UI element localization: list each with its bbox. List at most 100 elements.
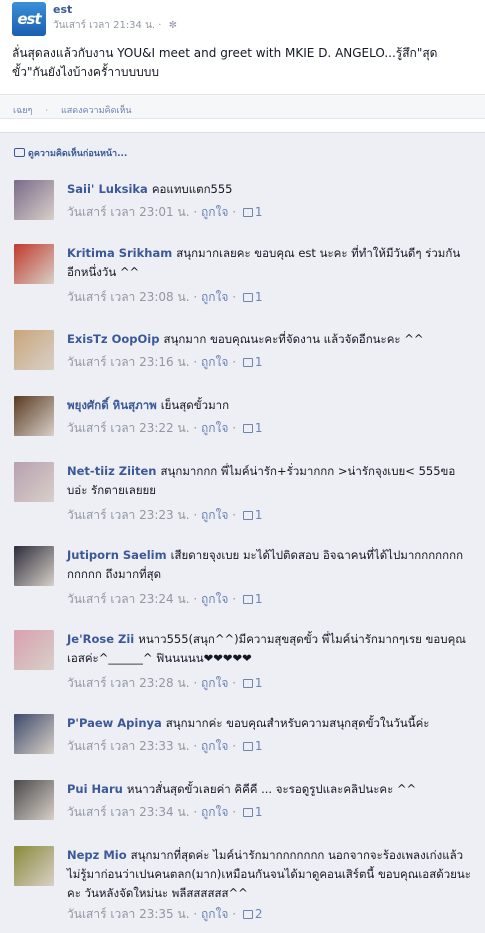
view-previous-comments-link[interactable]: ดูความคิดเห็นก่อนหน้า...: [14, 146, 127, 160]
comment-like-link[interactable]: ถูกใจ: [201, 205, 228, 219]
comment-timestamp[interactable]: วันเสาร์ เวลา 23:24 น.: [67, 592, 190, 606]
thumbs-up-icon[interactable]: [242, 595, 253, 604]
separator-dot: ·: [232, 421, 237, 435]
page-name-link[interactable]: est: [53, 3, 72, 16]
separator-dot: ·: [232, 907, 237, 921]
separator-dot: ·: [232, 355, 237, 369]
thumbs-up-icon[interactable]: [242, 808, 253, 817]
like-count[interactable]: 1: [255, 739, 263, 753]
post-header: est est วันเสาร์ เวลา 21:34 น. · ✼: [0, 0, 485, 40]
avatar[interactable]: [14, 244, 54, 284]
avatar[interactable]: [14, 846, 54, 886]
avatar[interactable]: [14, 546, 54, 586]
thumbs-up-icon[interactable]: [242, 293, 253, 302]
thumbs-up-icon[interactable]: [242, 424, 253, 433]
like-count[interactable]: 1: [255, 355, 263, 369]
like-count[interactable]: 2: [255, 907, 263, 921]
separator-dot: ·: [193, 421, 198, 435]
separator-dot: ·: [232, 739, 237, 753]
comment-like-link[interactable]: ถูกใจ: [201, 676, 228, 690]
avatar[interactable]: [14, 330, 54, 370]
separator-dot: ·: [232, 290, 237, 304]
comment-author-link[interactable]: P'Paew Apinya: [67, 716, 162, 730]
like-count[interactable]: 1: [255, 592, 263, 606]
comment-author-link[interactable]: Pui Haru: [67, 782, 123, 796]
separator-dot: ·: [45, 106, 49, 116]
separator-dot: ·: [193, 290, 198, 304]
post-timestamp[interactable]: วันเสาร์ เวลา 21:34 น. · ✼: [53, 18, 177, 33]
like-link[interactable]: เฉยๆ: [13, 106, 32, 116]
like-count[interactable]: 1: [255, 290, 263, 304]
comment-text: เย็นสุดขั้วมาก: [160, 398, 230, 412]
comment-meta: วันเสาร์ เวลา 23:22 น. · ถูกใจ · 1: [67, 419, 263, 438]
separator-dot: ·: [193, 592, 198, 606]
thumbs-up-icon[interactable]: [242, 358, 253, 367]
comment-timestamp[interactable]: วันเสาร์ เวลา 23:33 น.: [67, 739, 190, 753]
comment-timestamp[interactable]: วันเสาร์ เวลา 23:01 น.: [67, 205, 190, 219]
separator-dot: ·: [193, 205, 198, 219]
comment-body: P'Paew Apinya สนุกมากค่ะ ขอบคุณสำหรับความ…: [67, 714, 472, 733]
comment-like-link[interactable]: ถูกใจ: [201, 592, 228, 606]
comment-like-link[interactable]: ถูกใจ: [201, 290, 228, 304]
comment-like-link[interactable]: ถูกใจ: [201, 907, 228, 921]
comment-timestamp[interactable]: วันเสาร์ เวลา 23:28 น.: [67, 676, 190, 690]
comment-timestamp[interactable]: วันเสาร์ เวลา 23:22 น.: [67, 421, 190, 435]
comment-meta: วันเสาร์ เวลา 23:28 น. · ถูกใจ · 1: [67, 674, 263, 693]
comment-author-link[interactable]: Saii' Luksika: [67, 182, 148, 196]
post-text: ลั่นสุดลงแล้วกับงาน YOU&I meet and greet…: [12, 46, 438, 79]
avatar[interactable]: [14, 462, 54, 502]
like-count[interactable]: 1: [255, 676, 263, 690]
comment-like-link[interactable]: ถูกใจ: [201, 355, 228, 369]
comment-timestamp[interactable]: วันเสาร์ เวลา 23:23 น.: [67, 508, 190, 522]
page-logo[interactable]: est: [12, 2, 46, 36]
comment-like-link[interactable]: ถูกใจ: [201, 805, 228, 819]
separator-dot: ·: [232, 592, 237, 606]
comment-author-link[interactable]: Net-tiiz Ziiten: [67, 464, 156, 478]
comment-like-link[interactable]: ถูกใจ: [201, 739, 228, 753]
thumbs-up-icon[interactable]: [242, 910, 253, 919]
comment-author-link[interactable]: ExisTz OopOip: [67, 332, 159, 346]
view-previous-label[interactable]: ดูความคิดเห็นก่อนหน้า...: [28, 149, 127, 159]
comment-timestamp[interactable]: วันเสาร์ เวลา 23:35 น.: [67, 907, 190, 921]
avatar[interactable]: [14, 630, 54, 670]
comment-meta: วันเสาร์ เวลา 23:34 น. · ถูกใจ · 1: [67, 803, 263, 822]
thumbs-up-icon[interactable]: [242, 679, 253, 688]
separator-dot: ·: [158, 20, 162, 31]
avatar[interactable]: [14, 714, 54, 754]
comment-text: สนุกมาก ขอบคุณนะคะที่จัดงาน แล้วจัดอีกนะ…: [163, 332, 424, 346]
like-count[interactable]: 1: [255, 805, 263, 819]
thumbs-up-icon[interactable]: [242, 742, 253, 751]
post-time-text[interactable]: วันเสาร์ เวลา 21:34 น.: [53, 20, 155, 31]
comment-author-link[interactable]: Nepz Mio: [67, 848, 127, 862]
like-count[interactable]: 1: [255, 205, 263, 219]
comment-text: หนาวสั่นสุดขั้วเลยค่า คิคีคี ... จะรอดูร…: [126, 782, 417, 796]
comment-body: Kritima Srikham สนุกมากเลยคะ ขอบคุณ est น…: [67, 244, 472, 282]
comment-like-link[interactable]: ถูกใจ: [201, 508, 228, 522]
comment-author-link[interactable]: Je'Rose Zii: [67, 632, 134, 646]
comment-timestamp[interactable]: วันเสาร์ เวลา 23:08 น.: [67, 290, 190, 304]
comment-author-link[interactable]: Jutiporn Saelim: [67, 548, 167, 562]
separator-dot: ·: [193, 355, 198, 369]
comment-timestamp[interactable]: วันเสาร์ เวลา 23:16 น.: [67, 355, 190, 369]
avatar[interactable]: [14, 396, 54, 436]
comment-author-link[interactable]: Kritima Srikham: [67, 246, 172, 260]
comment-body: Nepz Mio สนุกมากที่สุดค่ะ ไมค์น่ารักมากกก…: [67, 846, 472, 903]
audience-icon[interactable]: ✼: [169, 20, 177, 31]
comment-text: คอแทบแตก555: [151, 182, 233, 196]
comment-timestamp[interactable]: วันเสาร์ เวลา 23:34 น.: [67, 805, 190, 819]
like-count[interactable]: 1: [255, 508, 263, 522]
comment-author-link[interactable]: พยุงศักดิ์ หินสุภาพ: [67, 398, 157, 412]
comment-like-link[interactable]: ถูกใจ: [201, 421, 228, 435]
separator-dot: ·: [232, 205, 237, 219]
thumbs-up-icon[interactable]: [242, 511, 253, 520]
post-actions-bar: เฉยๆ · แสดงความคิดเห็น: [0, 94, 485, 119]
thumbs-up-icon[interactable]: [242, 208, 253, 217]
separator-dot: ·: [193, 907, 198, 921]
avatar[interactable]: [14, 180, 54, 220]
like-count[interactable]: 1: [255, 421, 263, 435]
avatar[interactable]: [14, 780, 54, 820]
comment-link[interactable]: แสดงความคิดเห็น: [61, 106, 132, 116]
comment-text: สนุกมากที่สุดค่ะ ไมค์น่ารักมากกกกกกก นอก…: [67, 848, 471, 900]
comment-body: Jutiporn Saelim เสียดายจุงเบย มะได้ไปติดส…: [67, 546, 472, 584]
comment-body: Saii' Luksika คอแทบแตก555: [67, 180, 472, 199]
